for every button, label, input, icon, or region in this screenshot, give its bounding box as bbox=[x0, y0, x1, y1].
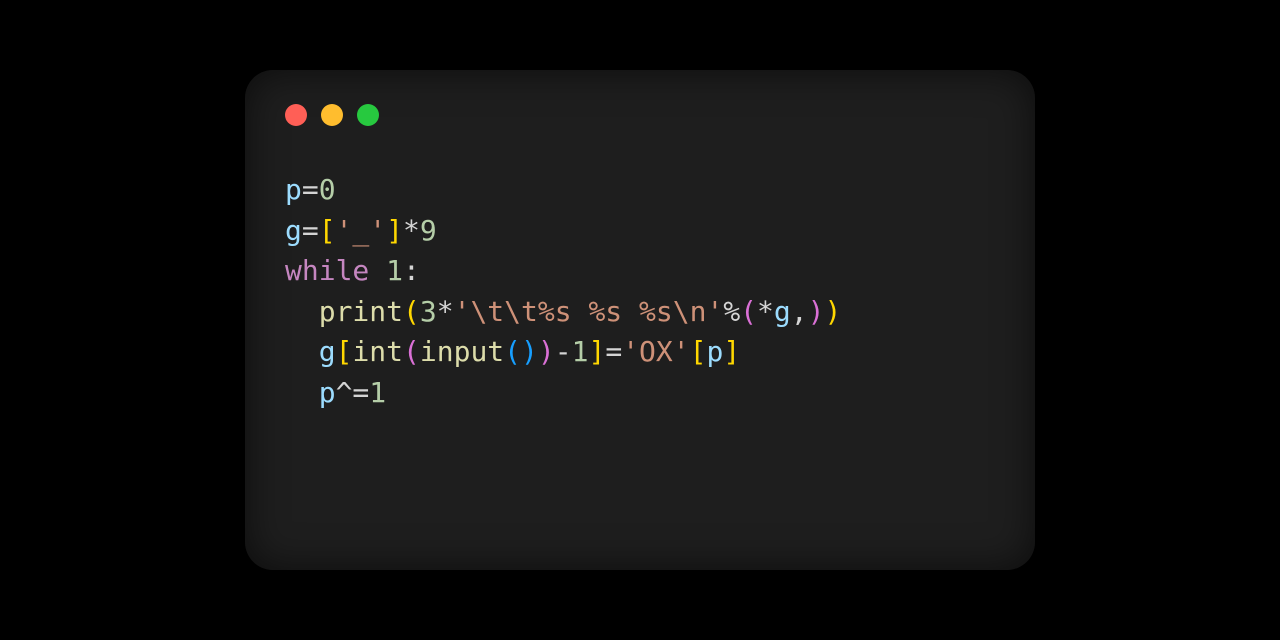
operator: ^= bbox=[336, 376, 370, 409]
operator: = bbox=[302, 214, 319, 247]
paren: ( bbox=[740, 295, 757, 328]
string: 'OX' bbox=[622, 335, 689, 368]
window-controls bbox=[285, 104, 995, 126]
operator: = bbox=[302, 173, 319, 206]
operator: - bbox=[555, 335, 572, 368]
number: 1 bbox=[572, 335, 589, 368]
variable: g bbox=[285, 214, 302, 247]
number: 1 bbox=[369, 376, 386, 409]
number: 9 bbox=[420, 214, 437, 247]
code-window: p=0 g=['_']*9 while 1: print(3*'\t\t%s %… bbox=[245, 70, 1035, 570]
bracket: ] bbox=[723, 335, 740, 368]
indent bbox=[285, 376, 319, 409]
maximize-icon[interactable] bbox=[357, 104, 379, 126]
indent bbox=[285, 295, 319, 328]
paren: ) bbox=[808, 295, 825, 328]
paren: ) bbox=[824, 295, 841, 328]
minimize-icon[interactable] bbox=[321, 104, 343, 126]
string: '\t\t%s %s %s\n' bbox=[454, 295, 724, 328]
variable: g bbox=[319, 335, 336, 368]
bracket: [ bbox=[336, 335, 353, 368]
paren: ( bbox=[403, 295, 420, 328]
bracket: ] bbox=[588, 335, 605, 368]
paren: ( bbox=[403, 335, 420, 368]
paren: ) bbox=[538, 335, 555, 368]
paren: ( bbox=[504, 335, 521, 368]
variable: p bbox=[285, 173, 302, 206]
function: input bbox=[420, 335, 504, 368]
indent bbox=[285, 335, 319, 368]
keyword: while bbox=[285, 254, 369, 287]
punctuation: : bbox=[403, 254, 420, 287]
variable: p bbox=[706, 335, 723, 368]
close-icon[interactable] bbox=[285, 104, 307, 126]
operator: = bbox=[605, 335, 622, 368]
number: 1 bbox=[386, 254, 403, 287]
punctuation: , bbox=[791, 295, 808, 328]
bracket: ] bbox=[386, 214, 403, 247]
number: 0 bbox=[319, 173, 336, 206]
operator: * bbox=[757, 295, 774, 328]
operator: * bbox=[403, 214, 420, 247]
space bbox=[369, 254, 386, 287]
operator: * bbox=[437, 295, 454, 328]
bracket: [ bbox=[690, 335, 707, 368]
string: '_' bbox=[336, 214, 387, 247]
number: 3 bbox=[420, 295, 437, 328]
variable: p bbox=[319, 376, 336, 409]
paren: ) bbox=[521, 335, 538, 368]
function: int bbox=[352, 335, 403, 368]
operator: % bbox=[723, 295, 740, 328]
function: print bbox=[319, 295, 403, 328]
bracket: [ bbox=[319, 214, 336, 247]
code-block: p=0 g=['_']*9 while 1: print(3*'\t\t%s %… bbox=[285, 170, 995, 414]
variable: g bbox=[774, 295, 791, 328]
